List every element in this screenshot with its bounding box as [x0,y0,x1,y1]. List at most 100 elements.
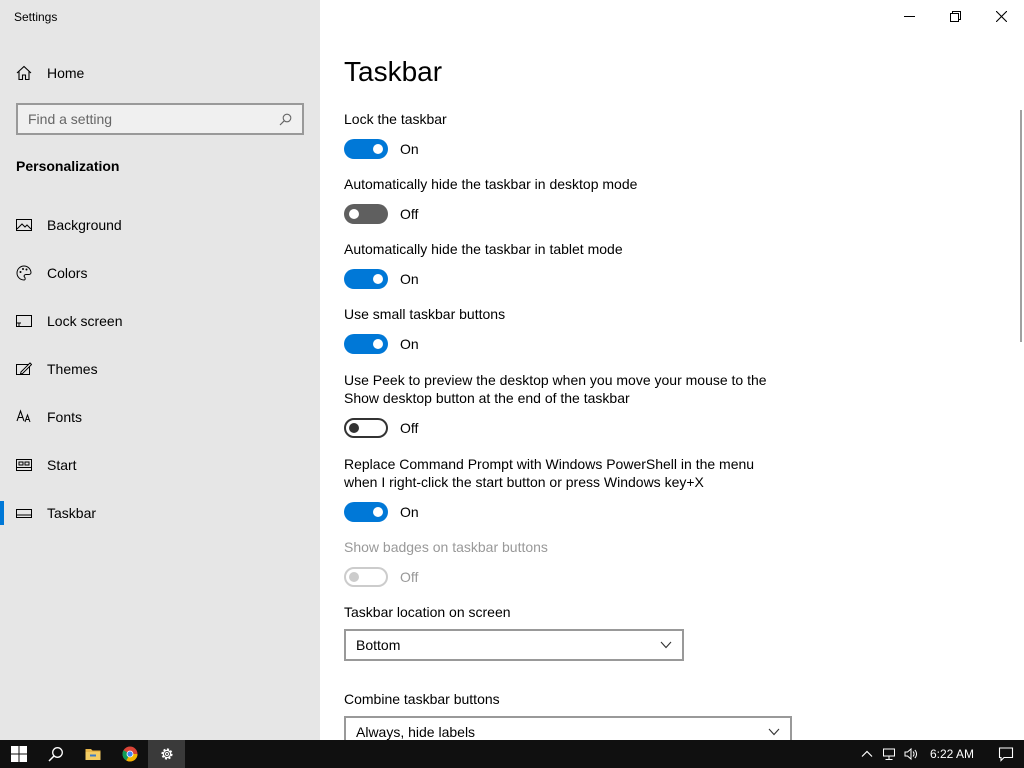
minimize-button[interactable] [886,0,932,32]
main-content: Taskbar Lock the taskbar On Automaticall… [320,0,1024,740]
sidebar-item-label: Colors [47,265,88,281]
toggle-row: On [344,269,784,289]
setting-peek: Use Peek to preview the desktop when you… [344,371,784,438]
sidebar-item-background[interactable]: Background [0,201,320,249]
toggle-state: On [400,504,419,520]
toggle-state: Off [400,206,419,222]
network-icon [882,748,895,760]
setting-small-buttons: Use small taskbar buttons On [344,305,784,354]
setting-lock-taskbar: Lock the taskbar On [344,110,784,159]
setting-label: Replace Command Prompt with Windows Powe… [344,456,755,490]
toggle-knob [349,423,359,433]
small-buttons-toggle[interactable] [344,334,388,354]
speaker-icon [904,747,917,761]
scrollbar[interactable] [1020,110,1022,342]
search-icon [47,747,63,762]
network-button[interactable] [878,740,900,768]
setting-label: Taskbar location on screen [344,604,511,620]
sidebar: Settings Home Personalization Background… [0,0,320,740]
dropdown-value: Always, hide labels [356,724,476,740]
window-controls [886,0,1024,32]
sidebar-item-fonts[interactable]: Fonts [0,393,320,441]
toggle-knob [349,572,359,582]
sidebar-item-colors[interactable]: Colors [0,249,320,297]
setting-autohide-desktop: Automatically hide the taskbar in deskto… [344,175,784,224]
toggle-state: Off [400,569,419,585]
home-label: Home [47,65,85,81]
page-title: Taskbar [344,56,443,87]
settings-app-button[interactable] [148,740,185,768]
sidebar-item-label: Start [47,457,77,473]
start-button[interactable] [0,740,37,768]
setting-label: Automatically hide the taskbar in deskto… [344,176,638,192]
fonts-icon [16,409,32,425]
chrome-button[interactable] [111,740,148,768]
folder-icon [85,749,100,760]
toggle-row: Off [344,204,784,224]
action-center-button[interactable] [988,740,1024,768]
setting-label: Use Peek to preview the desktop when you… [344,372,767,406]
close-button[interactable] [978,0,1024,32]
lock-screen-icon [16,313,32,329]
autohide-desktop-toggle[interactable] [344,204,388,224]
show-hidden-icons-button[interactable] [856,740,878,768]
windows-logo-icon [10,746,27,762]
peek-toggle[interactable] [344,418,388,438]
combine-dropdown[interactable]: Always, hide labels [344,716,792,740]
toggle-knob [373,507,383,517]
setting-label: Use small taskbar buttons [344,306,506,322]
notification-icon [998,747,1014,762]
clock[interactable]: 6:22 AM [922,747,988,761]
sidebar-item-label: Lock screen [47,313,123,329]
chevron-down-icon [660,641,672,649]
toggle-knob [349,209,359,219]
search-input[interactable] [28,111,279,127]
setting-powershell: Replace Command Prompt with Windows Powe… [344,455,784,522]
sidebar-item-label: Background [47,217,122,233]
gear-icon [160,748,173,760]
home-icon [16,65,32,81]
home-nav-item[interactable]: Home [16,62,84,84]
toggle-state: On [400,336,419,352]
restore-button[interactable] [932,0,978,32]
location-dropdown[interactable]: Bottom [344,629,684,661]
search-box[interactable] [16,103,304,135]
badges-toggle [344,567,388,587]
taskbar-search-button[interactable] [37,740,74,768]
search-icon[interactable] [279,113,292,126]
sidebar-item-label: Taskbar [47,505,97,521]
sidebar-item-start[interactable]: Start [0,441,320,489]
sidebar-item-lock-screen[interactable]: Lock screen [0,297,320,345]
toggle-knob [373,144,383,154]
chevron-down-icon [768,728,780,736]
toggle-state: Off [400,420,419,436]
sidebar-item-label: Fonts [47,409,83,425]
nav-list: Background Colors Lock screen Themes Fon… [0,201,320,537]
toggle-row: On [344,334,784,354]
sidebar-item-themes[interactable]: Themes [0,345,320,393]
setting-badges: Show badges on taskbar buttons Off [344,538,784,587]
system-tray: 6:22 AM [856,740,1024,768]
toggle-state: On [400,271,419,287]
setting-label: Automatically hide the taskbar in tablet… [344,241,623,257]
setting-combine: Combine taskbar buttons Always, hide lab… [344,690,792,740]
powershell-toggle[interactable] [344,502,388,522]
lock-taskbar-toggle[interactable] [344,139,388,159]
picture-icon [16,217,32,233]
autohide-tablet-toggle[interactable] [344,269,388,289]
sidebar-item-taskbar[interactable]: Taskbar [0,489,320,537]
toggle-row: Off [344,567,784,587]
close-icon [995,10,1007,22]
palette-icon [16,265,32,281]
section-title: Personalization [16,158,120,174]
windows-taskbar: 6:22 AM [0,740,1024,768]
toggle-state: On [400,141,419,157]
chrome-icon [121,746,137,762]
setting-label: Combine taskbar buttons [344,691,500,707]
dropdown-value: Bottom [356,637,401,653]
file-explorer-button[interactable] [74,740,111,768]
setting-label: Show badges on taskbar buttons [344,539,548,555]
sidebar-item-label: Themes [47,361,98,377]
setting-label: Lock the taskbar [344,111,447,127]
volume-button[interactable] [900,740,922,768]
